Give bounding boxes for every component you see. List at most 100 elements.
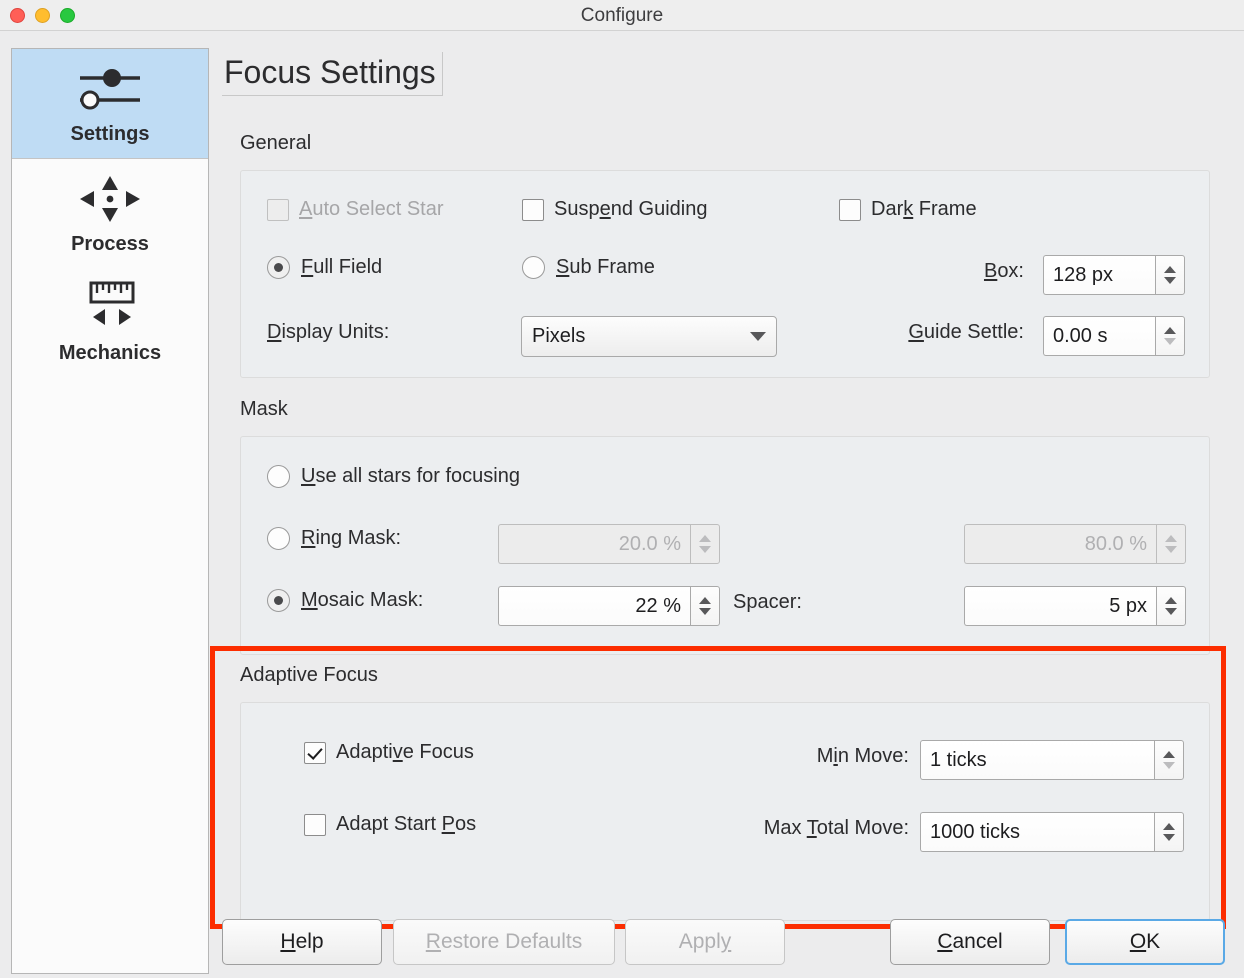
- arrow-down-icon: [1163, 762, 1175, 769]
- radio-glyph: [267, 256, 290, 279]
- settings-pane: Focus Settings General Auto Select Star …: [210, 31, 1244, 978]
- arrow-down-icon[interactable]: [1163, 834, 1175, 841]
- radio-glyph: [267, 589, 290, 612]
- mosaic-mask-spinner[interactable]: 22 %: [498, 586, 720, 626]
- arrow-up-icon[interactable]: [1165, 597, 1177, 604]
- help-button[interactable]: Help: [222, 919, 382, 965]
- min-move-label: Min Move:: [621, 745, 909, 768]
- arrow-up-icon[interactable]: [699, 597, 711, 604]
- min-move-spinner[interactable]: 1 ticks: [920, 740, 1184, 780]
- sub-frame-label: Sub Frame: [556, 256, 655, 279]
- adaptive-focus-checkbox[interactable]: Adaptive Focus: [304, 741, 474, 764]
- min-move-spinner-buttons[interactable]: [1154, 740, 1184, 780]
- arrow-up-icon[interactable]: [1163, 751, 1175, 758]
- arrow-down-icon[interactable]: [699, 608, 711, 615]
- sidebar-item-mechanics[interactable]: Mechanics: [12, 268, 208, 377]
- ring-mask-inner-spinner: 20.0 %: [498, 524, 720, 564]
- use-all-stars-label: Use all stars for focusing: [301, 465, 520, 488]
- ruler-icon: [12, 280, 208, 336]
- suspend-guiding-checkbox[interactable]: Suspend Guiding: [522, 198, 707, 221]
- sub-frame-radio[interactable]: Sub Frame: [522, 256, 655, 279]
- cancel-button[interactable]: Cancel: [890, 919, 1050, 965]
- sidebar-item-process[interactable]: Process: [12, 159, 208, 268]
- box-spinner-buttons[interactable]: [1155, 255, 1185, 295]
- ring-mask-outer-value: 80.0 %: [964, 524, 1156, 564]
- use-all-stars-radio[interactable]: Use all stars for focusing: [267, 465, 520, 488]
- box-label: Box:: [899, 260, 1024, 283]
- auto-select-star-checkbox[interactable]: Auto Select Star: [267, 198, 444, 221]
- max-total-move-spinner-buttons[interactable]: [1154, 812, 1184, 852]
- arrow-down-icon[interactable]: [1165, 608, 1177, 615]
- radio-glyph: [522, 256, 545, 279]
- adapt-start-pos-label: Adapt Start Pos: [336, 813, 476, 836]
- mosaic-mask-spinner-buttons[interactable]: [690, 586, 720, 626]
- page-title: Focus Settings: [222, 52, 443, 96]
- arrow-up-icon[interactable]: [1164, 266, 1176, 273]
- radio-glyph: [267, 465, 290, 488]
- dark-frame-label: Dark Frame: [871, 198, 977, 221]
- checkbox-glyph: [304, 742, 326, 764]
- adaptive-focus-group-caption: Adaptive Focus: [240, 664, 378, 687]
- dialog-body: Settings Process: [0, 31, 1244, 978]
- guide-settle-spinner[interactable]: 0.00 s: [1043, 316, 1185, 356]
- arrow-down-icon[interactable]: [1164, 277, 1176, 284]
- adapt-start-pos-checkbox[interactable]: Adapt Start Pos: [304, 813, 476, 836]
- arrow-up-icon[interactable]: [1164, 327, 1176, 334]
- mosaic-mask-label: Mosaic Mask:: [301, 589, 423, 612]
- spacer-spinner-buttons[interactable]: [1156, 586, 1186, 626]
- box-value[interactable]: 128 px: [1043, 255, 1155, 295]
- ring-mask-inner-spinner-buttons: [690, 524, 720, 564]
- sliders-icon: [12, 61, 208, 117]
- guide-settle-label: Guide Settle:: [839, 321, 1024, 344]
- dark-frame-checkbox[interactable]: Dark Frame: [839, 198, 977, 221]
- move-arrows-icon: [12, 171, 208, 227]
- display-units-value: Pixels: [532, 325, 585, 348]
- mask-group-caption: Mask: [240, 398, 288, 421]
- checkbox-glyph: [304, 814, 326, 836]
- sidebar-list[interactable]: Settings Process: [11, 48, 209, 974]
- ring-mask-outer-spinner: 80.0 %: [964, 524, 1186, 564]
- chevron-down-icon[interactable]: [750, 332, 766, 341]
- checkbox-glyph: [839, 199, 861, 221]
- min-move-value[interactable]: 1 ticks: [920, 740, 1154, 780]
- suspend-guiding-label: Suspend Guiding: [554, 198, 707, 221]
- spacer-value[interactable]: 5 px: [964, 586, 1156, 626]
- max-total-move-spinner[interactable]: 1000 ticks: [920, 812, 1184, 852]
- adaptive-focus-label: Adaptive Focus: [336, 741, 474, 764]
- ok-button[interactable]: OK: [1065, 919, 1225, 965]
- spacer-label: Spacer:: [733, 591, 802, 614]
- checkbox-glyph: [522, 199, 544, 221]
- full-field-radio[interactable]: Full Field: [267, 256, 382, 279]
- sidebar-item-label: Mechanics: [12, 342, 208, 365]
- box-spinner[interactable]: 128 px: [1043, 255, 1185, 295]
- arrow-down-icon: [1165, 546, 1177, 553]
- restore-defaults-button: Restore Defaults: [393, 919, 615, 965]
- ring-mask-label: Ring Mask:: [301, 527, 401, 550]
- arrow-up-icon: [1165, 535, 1177, 542]
- ring-mask-radio[interactable]: Ring Mask:: [267, 527, 401, 550]
- display-units-combobox[interactable]: Pixels: [521, 316, 777, 357]
- guide-settle-spinner-buttons[interactable]: [1155, 316, 1185, 356]
- arrow-down-icon: [699, 546, 711, 553]
- mosaic-mask-radio[interactable]: Mosaic Mask:: [267, 589, 423, 612]
- arrow-up-icon[interactable]: [1163, 823, 1175, 830]
- sidebar-item-settings[interactable]: Settings: [12, 49, 208, 159]
- checkbox-glyph: [267, 199, 289, 221]
- window-titlebar: Configure: [0, 0, 1244, 31]
- sidebar-item-label: Process: [12, 233, 208, 256]
- max-total-move-label: Max Total Move:: [621, 817, 909, 840]
- display-units-label: Display Units:: [267, 321, 389, 344]
- general-group-caption: General: [240, 132, 311, 155]
- adaptive-focus-groupbox: Adaptive Focus Min Move: 1 ticks Adapt S…: [240, 702, 1210, 921]
- ring-mask-outer-spinner-buttons: [1156, 524, 1186, 564]
- spacer-spinner[interactable]: 5 px: [964, 586, 1186, 626]
- auto-select-star-label: Auto Select Star: [299, 198, 444, 221]
- general-groupbox: Auto Select Star Suspend Guiding Dark Fr…: [240, 170, 1210, 378]
- mosaic-mask-value[interactable]: 22 %: [498, 586, 690, 626]
- mask-groupbox: Use all stars for focusing Ring Mask: 20…: [240, 436, 1210, 655]
- sidebar-item-label: Settings: [12, 123, 208, 146]
- window-title: Configure: [0, 0, 1244, 31]
- arrow-down-icon: [1164, 338, 1176, 345]
- guide-settle-value[interactable]: 0.00 s: [1043, 316, 1155, 356]
- max-total-move-value[interactable]: 1000 ticks: [920, 812, 1154, 852]
